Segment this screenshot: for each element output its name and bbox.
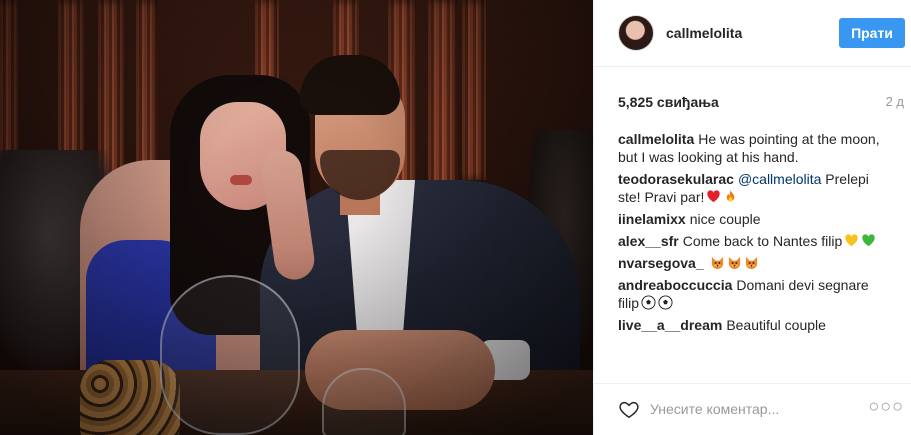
red-heart-icon xyxy=(706,189,721,204)
fox-icon xyxy=(744,255,759,270)
header-username[interactable]: callmelolita xyxy=(666,25,742,41)
comment-username[interactable]: andreaboccuccia xyxy=(618,277,732,293)
post-time[interactable]: 2 д xyxy=(886,94,904,109)
comment-text: nice couple xyxy=(689,211,761,227)
comment-item: iinelamixx nice couple xyxy=(618,210,888,228)
avatar[interactable] xyxy=(618,15,654,51)
likes-count[interactable]: 5,825 свиђања xyxy=(618,94,719,110)
comment-item: alex__sfr Come back to Nantes filip xyxy=(618,232,888,250)
comment-footer: ○○○ xyxy=(594,383,911,435)
fire-icon xyxy=(723,189,738,204)
comment-input[interactable] xyxy=(650,398,850,420)
post-photo[interactable] xyxy=(0,0,593,435)
instagram-post: callmelolita Прати 5,825 свиђања 2 д cal… xyxy=(0,0,911,435)
comment-item: callmelolita He was pointing at the moon,… xyxy=(618,130,888,166)
yellow-heart-icon xyxy=(844,233,859,248)
comment-username[interactable]: nvarsegova_ xyxy=(618,255,704,271)
comment-username[interactable]: callmelolita xyxy=(618,131,694,147)
comment-item: teodorasekularac @callmelolita Prelepi st… xyxy=(618,170,888,206)
soccer-ball-icon xyxy=(658,295,673,310)
more-options-button[interactable]: ○○○ xyxy=(868,396,904,417)
follow-button[interactable]: Прати xyxy=(839,18,905,48)
likes-row: 5,825 свиђања 2 д xyxy=(618,94,904,112)
green-heart-icon xyxy=(861,233,876,248)
soccer-ball-icon xyxy=(641,295,656,310)
comment-username[interactable]: iinelamixx xyxy=(618,211,686,227)
vignette xyxy=(0,0,593,435)
comment-username[interactable]: live__a__dream xyxy=(618,317,722,333)
comment-text: Beautiful couple xyxy=(726,317,826,333)
comment-item: andreaboccuccia Domani devi segnare filip xyxy=(618,276,888,312)
heart-icon[interactable] xyxy=(618,398,640,420)
fox-icon xyxy=(710,255,725,270)
comment-mention[interactable]: @callmelolita xyxy=(738,171,821,187)
comment-item: nvarsegova_ xyxy=(618,254,888,272)
comment-item: live__a__dream Beautiful couple xyxy=(618,316,888,334)
post-header: callmelolita Прати xyxy=(594,0,911,67)
fox-icon xyxy=(727,255,742,270)
comment-username[interactable]: teodorasekularac xyxy=(618,171,734,187)
post-sidebar: callmelolita Прати 5,825 свиђања 2 д cal… xyxy=(593,0,911,435)
comment-text: Come back to Nantes filip xyxy=(682,233,843,249)
comment-username[interactable]: alex__sfr xyxy=(618,233,679,249)
comment-list: callmelolita He was pointing at the moon,… xyxy=(618,130,888,338)
